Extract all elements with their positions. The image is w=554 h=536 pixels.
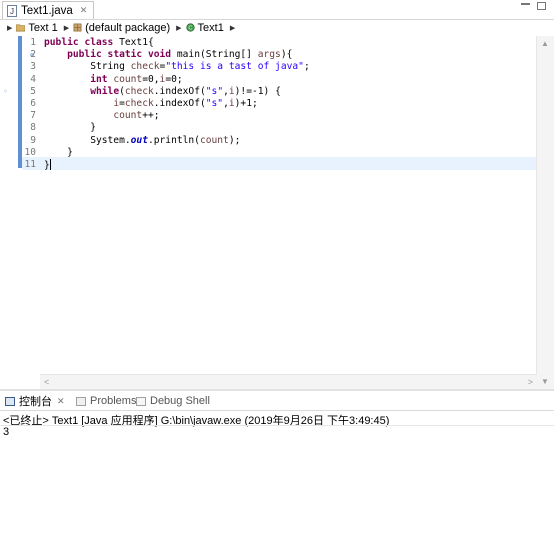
fold-icon[interactable]: ⊖ — [30, 49, 34, 61]
chevron-right-icon[interactable]: ▶ — [64, 24, 69, 32]
maximize-button[interactable] — [537, 2, 546, 10]
line-number: ◦ 5 — [3, 85, 36, 97]
line-number: 3 — [30, 61, 36, 73]
breadcrumb-label: (default package) — [85, 21, 171, 34]
tab-debug-shell[interactable]: Debug Shell — [136, 393, 210, 409]
line-number: 1 — [30, 37, 36, 48]
line-number: 10 — [24, 146, 36, 158]
scroll-left-icon[interactable]: < — [44, 377, 49, 387]
code-line[interactable]: } — [44, 147, 310, 159]
console-tab-label: 控制台 — [19, 396, 52, 408]
code-line[interactable]: while(check.indexOf("s",i)!=-1) { — [44, 86, 310, 98]
debug-shell-tab-label: Debug Shell — [150, 395, 210, 407]
breadcrumb-item-class[interactable]: C Text1 — [185, 21, 224, 34]
line-number: 8 — [30, 122, 36, 134]
code-line[interactable]: public static void main(String[] args){ — [44, 49, 310, 61]
line-number: 9 — [30, 134, 36, 146]
breadcrumb-label: Text 1 — [28, 21, 58, 34]
editor-tab-title: Text1.java — [21, 4, 73, 17]
code-line[interactable]: int count=0,i=0; — [44, 74, 310, 86]
breadcrumb-item-project[interactable]: Text 1 — [16, 21, 58, 34]
tab-console[interactable]: 控制台 ✕ — [5, 393, 65, 409]
scroll-up-icon[interactable]: ▲ — [541, 39, 549, 48]
code-line[interactable]: count++; — [44, 110, 310, 122]
code-line[interactable]: public class Text1{ — [44, 37, 310, 49]
tab-problems[interactable]: Problems — [76, 393, 136, 409]
breadcrumb-label: Text1 — [197, 21, 224, 34]
chevron-right-icon[interactable]: ▶ — [7, 24, 12, 32]
line-number: 7 — [30, 110, 36, 122]
code-line[interactable]: String check="this is a tast of java"; — [44, 61, 310, 73]
editor-tab-bar: J Text1.java ✕ — [0, 0, 554, 20]
close-icon[interactable]: ✕ — [80, 5, 88, 16]
occurrence-marker-icon: ◦ — [3, 86, 8, 96]
line-number: 2 ⊖ — [30, 49, 36, 61]
problems-icon — [76, 396, 86, 406]
console-divider — [0, 425, 554, 426]
console-tab-bar: 控制台 ✕ Problems Debug Shell — [0, 391, 554, 411]
code-line[interactable]: } — [44, 122, 310, 134]
problems-tab-label: Problems — [90, 395, 137, 407]
code-line[interactable]: } — [44, 158, 310, 171]
line-number: 6 — [30, 97, 36, 109]
scroll-down-icon[interactable]: ▼ — [541, 377, 549, 386]
chevron-right-icon[interactable]: ▶ — [230, 24, 235, 32]
java-project-icon — [16, 24, 26, 32]
code-editor[interactable]: 1 2 ⊖ 3 4 ◦ 5 6 7 8 9 10 11 public class T… — [0, 36, 554, 389]
line-number: 4 — [30, 73, 36, 85]
minimize-button[interactable] — [521, 3, 530, 5]
breadcrumb-item-package[interactable]: (default package) — [73, 22, 170, 34]
vertical-scrollbar[interactable]: ▲ ▼ — [536, 36, 554, 389]
code-lines[interactable]: public class Text1{ public static void m… — [44, 37, 310, 171]
console-output[interactable]: 3 — [3, 426, 9, 438]
chevron-right-icon[interactable]: ▶ — [176, 24, 181, 32]
horizontal-scrollbar[interactable]: < > — [40, 374, 537, 390]
console-icon — [5, 396, 15, 406]
line-number: 11 — [24, 158, 36, 170]
class-icon: C — [185, 23, 195, 32]
editor-tab-text1-java[interactable]: J Text1.java ✕ — [2, 1, 95, 19]
line-number-ruler: 1 2 ⊖ 3 4 ◦ 5 6 7 8 9 10 11 — [0, 37, 40, 171]
scroll-right-icon[interactable]: > — [528, 377, 533, 387]
debug-shell-icon — [136, 396, 146, 406]
code-line[interactable]: System.out.println(count); — [44, 135, 310, 147]
svg-text:C: C — [188, 26, 192, 32]
java-file-icon: J — [7, 4, 17, 17]
text-caret — [49, 158, 51, 170]
breadcrumb: ▶ Text 1 ▶ (default package) ▶ C Text1 ▶ — [0, 19, 554, 36]
package-icon — [73, 23, 82, 32]
code-line[interactable]: i=check.indexOf("s",i)+1; — [44, 98, 310, 110]
close-icon[interactable]: ✕ — [57, 396, 65, 407]
